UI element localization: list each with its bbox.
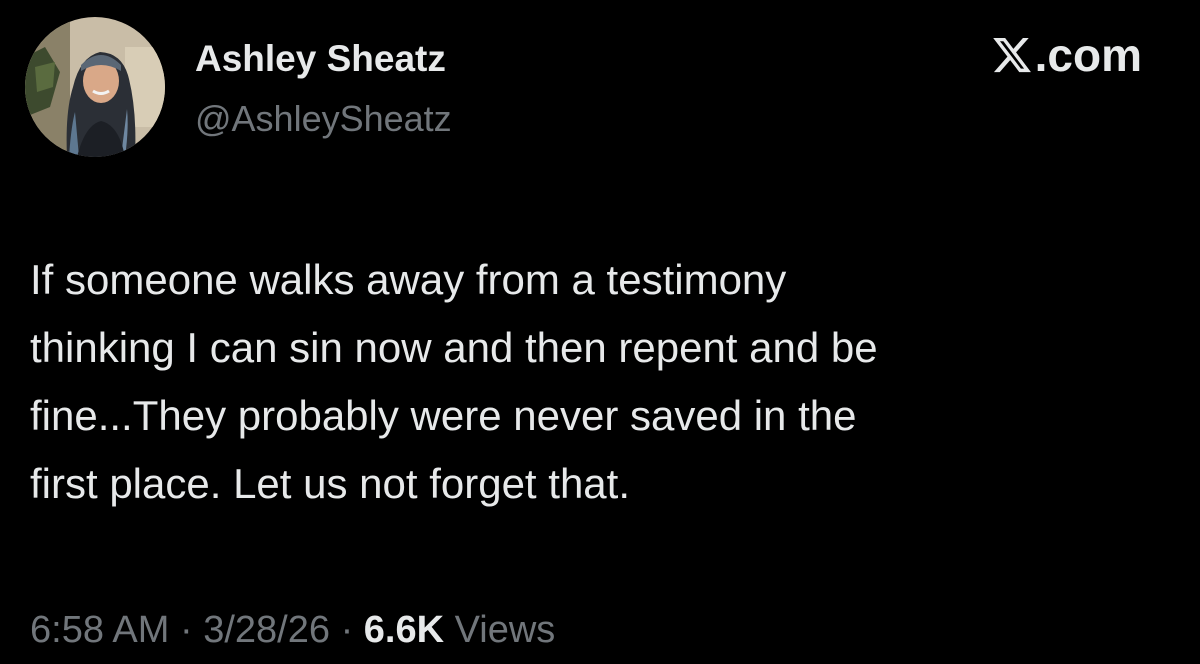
tweet-date[interactable]: 3/28/26 [203,609,330,651]
meta-separator: · [179,609,193,651]
brand-watermark: .com [991,32,1142,78]
tweet-time[interactable]: 6:58 AM [30,609,169,651]
avatar-image [25,17,165,157]
views-label: Views [454,609,556,651]
x-logo-icon [992,37,1031,73]
author-handle[interactable]: @AshleySheatz [195,98,452,140]
meta-separator: · [340,609,354,651]
avatar[interactable] [25,17,165,157]
brand-label: .com [1034,29,1142,81]
author-display-name[interactable]: Ashley Sheatz [195,38,446,80]
tweet-card: Ashley Sheatz @AshleySheatz .com If some… [0,0,1200,664]
tweet-metadata: 6:58 AM · 3/28/26 · 6.6K Views [30,604,555,656]
views-count[interactable]: 6.6K [364,609,444,651]
tweet-text: If someone walks away from a testimony t… [30,256,878,507]
